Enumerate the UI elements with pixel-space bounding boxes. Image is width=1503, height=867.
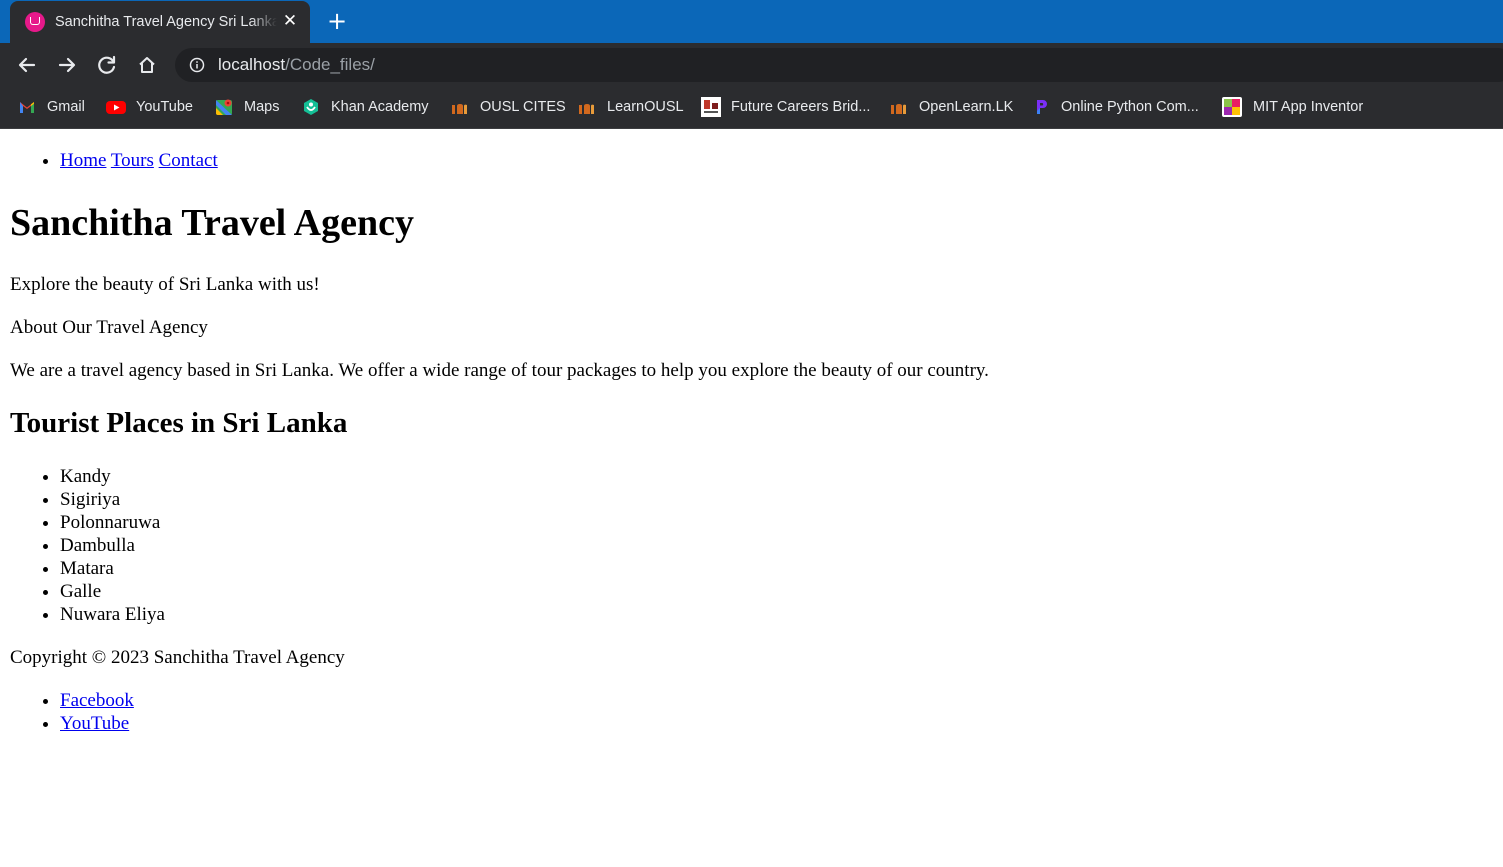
list-item: Nuwara Eliya xyxy=(60,603,660,626)
site-favicon-icon xyxy=(25,12,45,32)
tagline: Explore the beauty of Sri Lanka with us! xyxy=(10,274,320,295)
bookmark-label: YouTube xyxy=(136,99,193,115)
nav-link-home[interactable]: Home xyxy=(60,150,106,171)
reload-icon xyxy=(98,55,116,74)
page-viewport: Home Tours Contact Sanchitha Travel Agen… xyxy=(0,129,1503,867)
forward-arrow-icon xyxy=(58,57,76,73)
youtube-icon xyxy=(106,101,126,114)
bookmark-label: Gmail xyxy=(47,99,85,115)
khan-academy-icon xyxy=(304,99,318,115)
bookmark-label: Khan Academy xyxy=(331,99,429,115)
list-item: Dambulla xyxy=(60,534,660,557)
list-item: YouTube xyxy=(60,712,660,735)
mit-app-inventor-icon xyxy=(1222,97,1242,117)
back-button[interactable] xyxy=(13,51,41,79)
places-heading: Tourist Places in Sri Lanka xyxy=(10,407,348,439)
home-icon xyxy=(139,57,155,73)
copyright-text: Copyright © 2023 Sanchitha Travel Agency xyxy=(10,647,345,668)
reload-button[interactable] xyxy=(93,51,121,79)
list-item: Galle xyxy=(60,580,660,603)
bookmark-label: MIT App Inventor xyxy=(1253,99,1364,115)
close-icon[interactable]: ✕ xyxy=(280,11,300,31)
list-item: Kandy xyxy=(60,465,660,488)
page-title: Sanchitha Travel Agency xyxy=(10,202,414,244)
about-text: We are a travel agency based in Sri Lank… xyxy=(10,360,989,381)
address-bar[interactable]: localhost/Code_files/ xyxy=(175,48,1503,82)
site-nav: Home Tours Contact xyxy=(10,149,660,172)
back-arrow-icon xyxy=(18,57,36,73)
info-icon[interactable] xyxy=(189,57,205,73)
youtube-link[interactable]: YouTube xyxy=(60,713,129,734)
social-links: Facebook YouTube xyxy=(10,689,660,735)
tab-strip: Sanchitha Travel Agency Sri Lanka ✕ + xyxy=(0,0,1503,43)
nav-link-tours[interactable]: Tours xyxy=(111,150,154,171)
browser-window: Sanchitha Travel Agency Sri Lanka ✕ + lo… xyxy=(0,0,1503,867)
bookmark-label: OpenLearn.LK xyxy=(919,99,1014,115)
list-item: Sigiriya xyxy=(60,488,660,511)
list-item: Polonnaruwa xyxy=(60,511,660,534)
browser-toolbar: localhost/Code_files/ xyxy=(0,43,1503,87)
new-tab-button[interactable]: + xyxy=(324,8,350,34)
list-item: Matara xyxy=(60,557,660,580)
about-heading: About Our Travel Agency xyxy=(10,317,208,338)
bookmark-label: LearnOUSL xyxy=(607,99,684,115)
url-path: /Code_files/ xyxy=(285,55,375,74)
bookmarks-bar: Gmail YouTube Maps Khan Academy OUSL CIT… xyxy=(0,87,1503,129)
url-host: localhost xyxy=(218,55,286,74)
ousl-icon xyxy=(579,104,594,114)
list-item: Facebook xyxy=(60,689,660,712)
url-text[interactable]: localhost/Code_files/ xyxy=(218,55,375,75)
gmail-icon xyxy=(20,102,34,113)
ousl-icon xyxy=(891,104,906,114)
future-careers-icon xyxy=(701,97,721,117)
bookmark-label: Future Careers Brid... xyxy=(731,99,871,115)
home-button[interactable] xyxy=(133,51,161,79)
python-compiler-icon xyxy=(1037,100,1047,114)
active-tab[interactable]: Sanchitha Travel Agency Sri Lanka ✕ xyxy=(10,1,310,43)
maps-icon xyxy=(216,99,232,115)
facebook-link[interactable]: Facebook xyxy=(60,690,134,711)
places-list: Kandy Sigiriya Polonnaruwa Dambulla Mata… xyxy=(10,465,660,626)
bookmark-label: Maps xyxy=(244,99,280,115)
bookmark-label: OUSL CITES xyxy=(480,99,566,115)
nav-list-item: Home Tours Contact xyxy=(60,149,660,172)
nav-link-contact[interactable]: Contact xyxy=(159,150,218,171)
bookmark-label: Online Python Com... xyxy=(1061,99,1199,115)
forward-button[interactable] xyxy=(53,51,81,79)
tab-title: Sanchitha Travel Agency Sri Lanka xyxy=(55,14,277,30)
ousl-icon xyxy=(452,104,467,114)
